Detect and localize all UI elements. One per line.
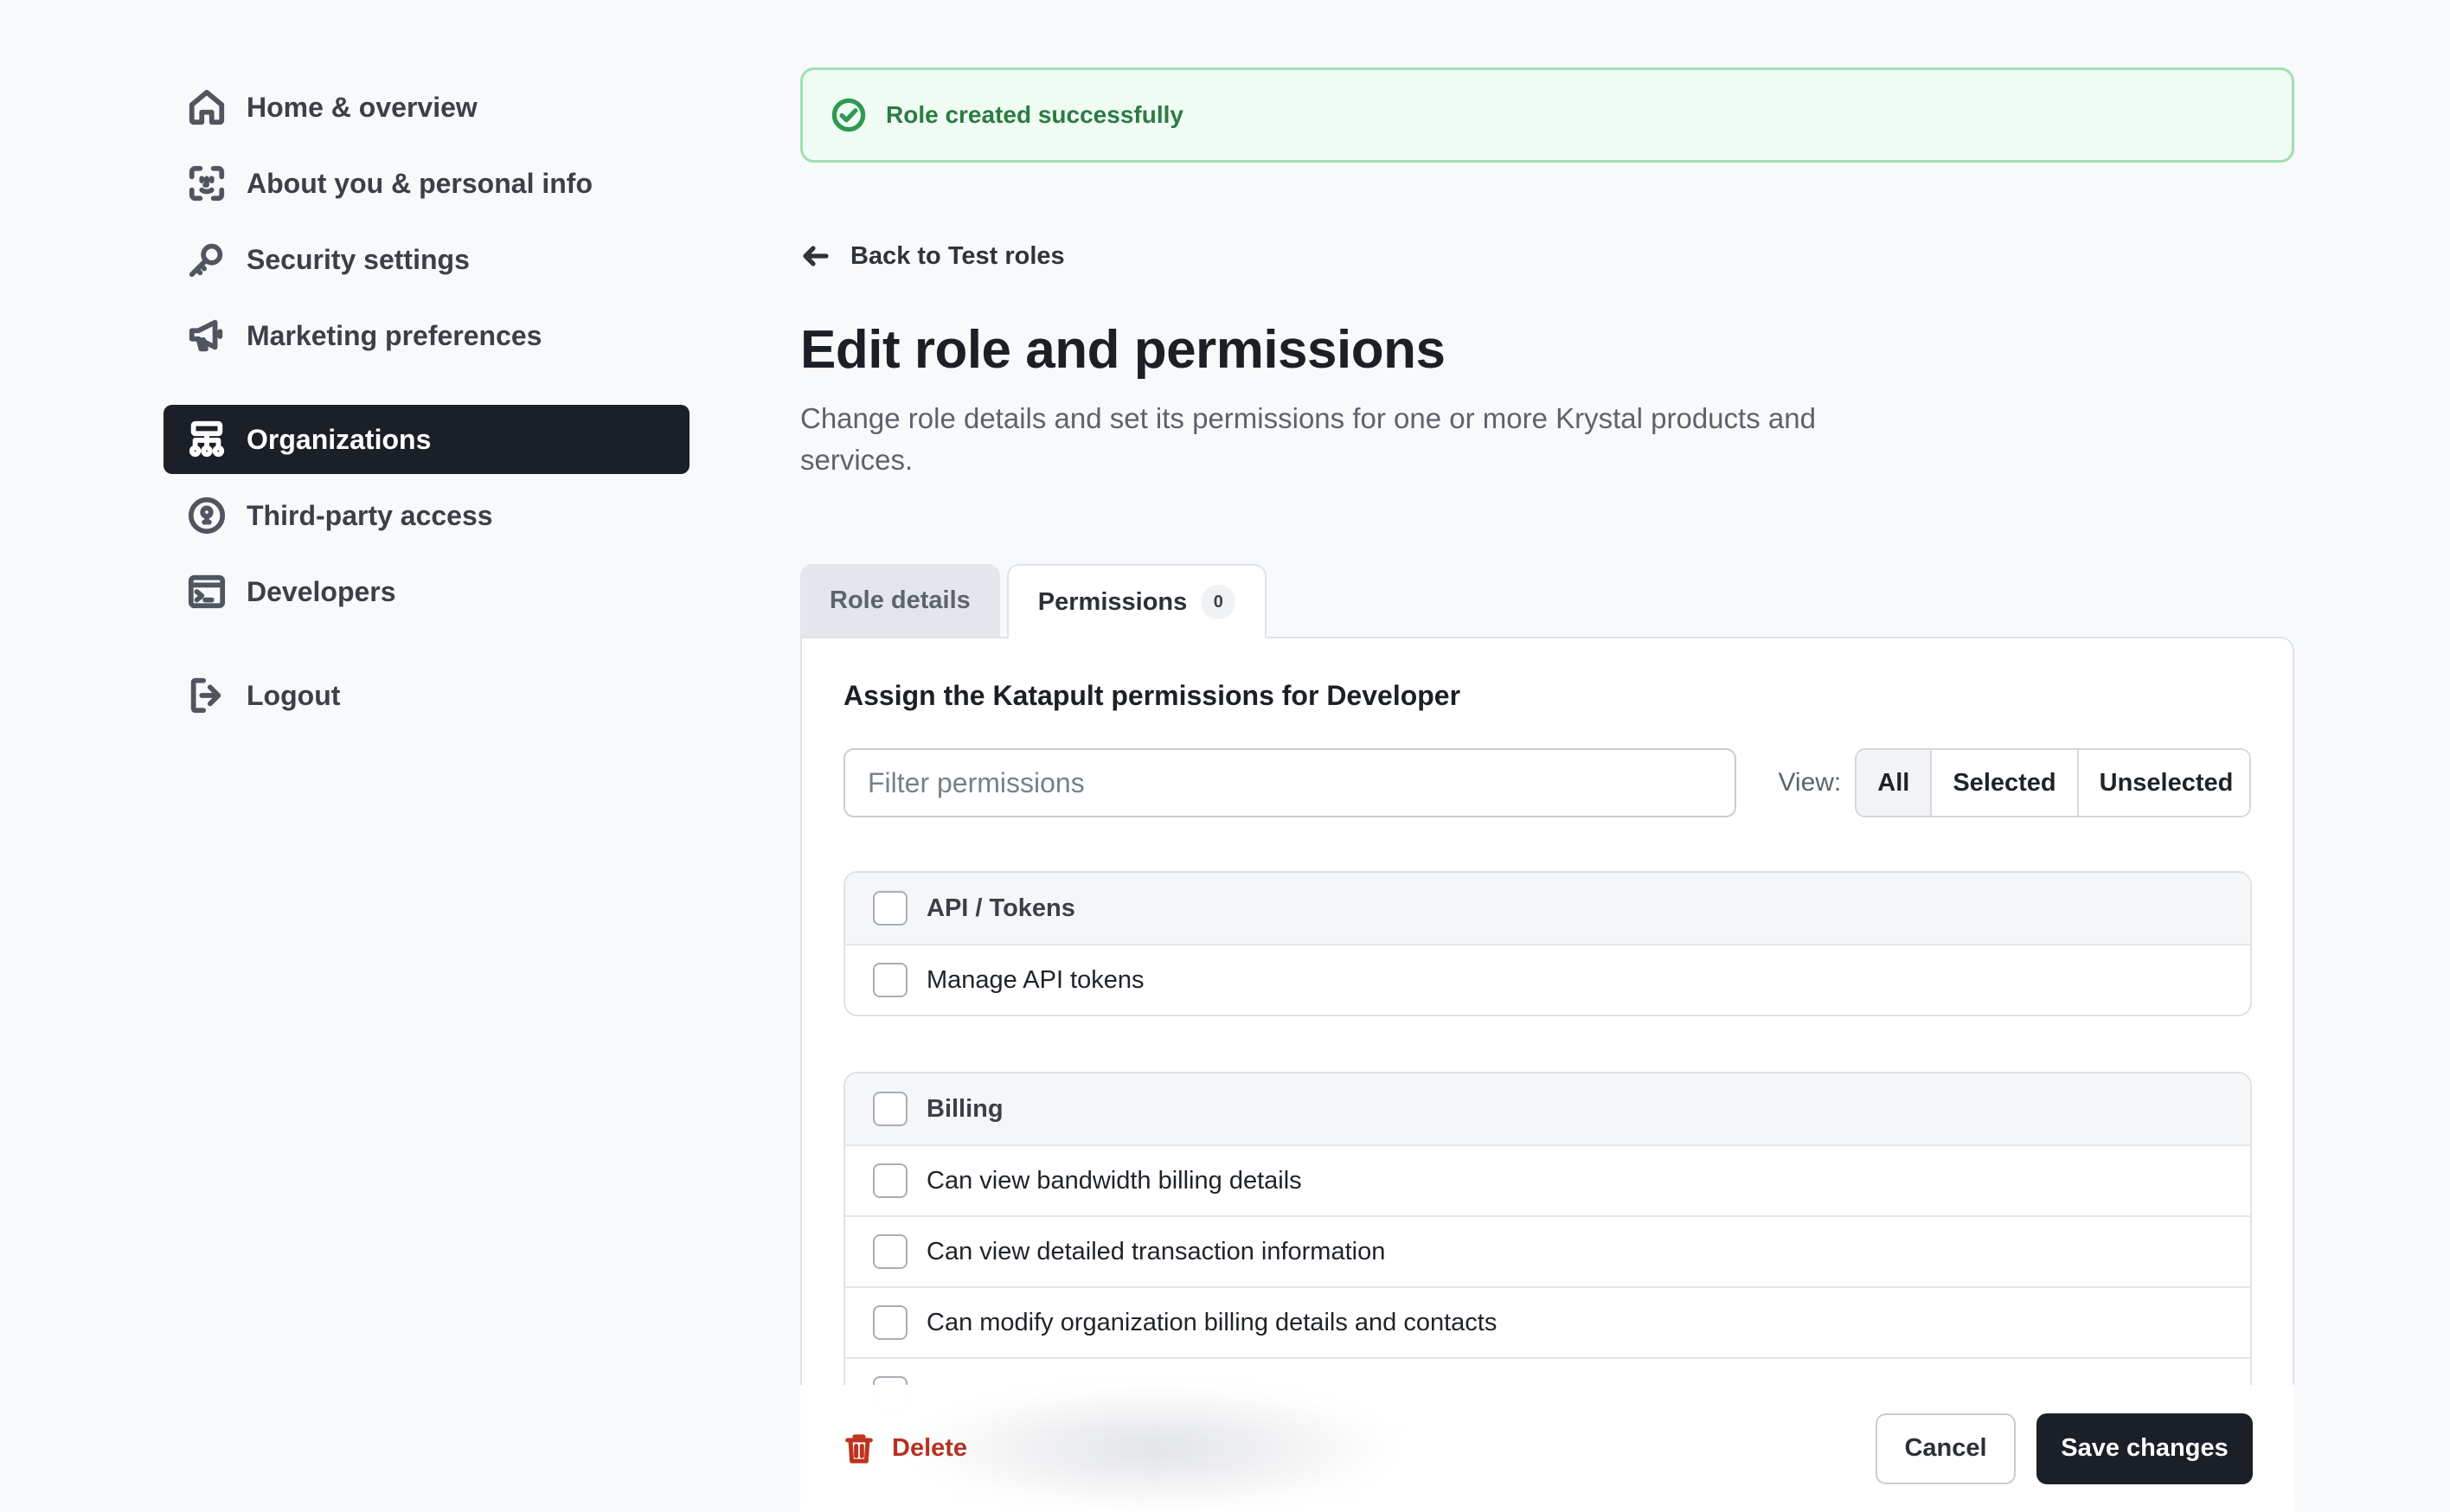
sidebar-item-label: Developers xyxy=(247,575,396,607)
permission-label: Manage API tokens xyxy=(927,965,1145,994)
action-footer: Delete Cancel Save changes xyxy=(800,1385,2294,1512)
panel-heading: Assign the Katapult permissions for Deve… xyxy=(843,680,1461,711)
delete-button[interactable]: Delete xyxy=(842,1432,967,1466)
arrow-left-icon xyxy=(800,240,831,272)
group-name: API / Tokens xyxy=(927,894,1075,922)
sidebar-item-label: Third-party access xyxy=(247,499,493,531)
permission-row[interactable]: Can view detailed transaction informatio… xyxy=(845,1215,2250,1286)
page-subtitle: Change role details and set its permissi… xyxy=(800,402,1816,476)
tab-permissions[interactable]: Permissions 0 xyxy=(1006,564,1267,638)
page-title: Edit role and permissions xyxy=(800,320,1446,380)
sidebar-item-label: Logout xyxy=(247,679,341,711)
tab-label: Permissions xyxy=(1037,587,1188,616)
sidebar-item-label: About you & personal info xyxy=(247,167,593,199)
permission-group-api-tokens: API / Tokens Manage API tokens xyxy=(843,871,2252,1016)
filter-permissions-input[interactable] xyxy=(843,748,1737,817)
sidebar-item-marketing[interactable]: Marketing preferences xyxy=(164,301,689,370)
group-name: Billing xyxy=(927,1094,1004,1123)
tab-label: Role details xyxy=(830,586,971,614)
view-all-button[interactable]: All xyxy=(1857,750,1931,816)
permissions-count-badge: 0 xyxy=(1201,585,1236,619)
back-link-label: Back to Test roles xyxy=(850,241,1065,270)
group-header-row[interactable]: API / Tokens xyxy=(845,873,2250,944)
view-toggle-group: All Selected Unselected xyxy=(1855,748,2251,817)
check-circle-icon xyxy=(831,97,867,133)
delete-label: Delete xyxy=(892,1434,968,1462)
permission-row[interactable]: Can modify organization billing details … xyxy=(845,1286,2250,1357)
success-alert: Role created successfully xyxy=(800,67,2294,163)
group-header-row[interactable]: Billing xyxy=(845,1073,2250,1144)
permission-label: Can view bandwidth billing details xyxy=(927,1166,1302,1195)
group-checkbox[interactable] xyxy=(873,1092,908,1126)
permission-checkbox[interactable] xyxy=(873,1305,908,1340)
permission-checkbox[interactable] xyxy=(873,963,908,997)
save-changes-button[interactable]: Save changes xyxy=(2036,1413,2253,1484)
sidebar-item-label: Marketing preferences xyxy=(247,319,542,351)
lock-circle-icon xyxy=(186,495,228,536)
sidebar-item-logout[interactable]: Logout xyxy=(164,661,689,730)
cancel-button[interactable]: Cancel xyxy=(1876,1413,2016,1484)
sidebar-item-home[interactable]: Home & overview xyxy=(164,73,689,142)
permission-group-billing: Billing Can view bandwidth billing detai… xyxy=(843,1072,2252,1430)
alert-message: Role created successfully xyxy=(886,101,1183,128)
main-content: Role created successfully Back to Test r… xyxy=(800,67,2294,1502)
sidebar: Home & overview About you & personal inf… xyxy=(164,73,689,730)
sidebar-item-label: Home & overview xyxy=(247,91,478,123)
permissions-panel: Assign the Katapult permissions for Deve… xyxy=(800,637,2294,1502)
tab-bar: Role details Permissions 0 xyxy=(800,564,2294,638)
tab-role-details[interactable]: Role details xyxy=(800,564,1000,637)
filter-row: View: All Selected Unselected xyxy=(843,748,2251,817)
view-selected-button[interactable]: Selected xyxy=(1930,750,2077,816)
permission-row[interactable]: Can view bandwidth billing details xyxy=(845,1144,2250,1215)
sidebar-item-third-party[interactable]: Third-party access xyxy=(164,481,689,550)
org-chart-icon xyxy=(186,419,228,460)
permission-label: Can modify organization billing details … xyxy=(927,1308,1498,1336)
footer-actions: Cancel Save changes xyxy=(1876,1413,2253,1484)
key-icon xyxy=(186,239,228,280)
trash-icon xyxy=(842,1432,876,1466)
view-unselected-button[interactable]: Unselected xyxy=(2076,750,2250,816)
sidebar-item-developers[interactable]: Developers xyxy=(164,557,689,626)
permission-checkbox[interactable] xyxy=(873,1163,908,1198)
terminal-icon xyxy=(186,571,228,612)
megaphone-icon xyxy=(186,315,228,356)
sidebar-item-security[interactable]: Security settings xyxy=(164,225,689,294)
back-link[interactable]: Back to Test roles xyxy=(800,240,1065,272)
permission-checkbox[interactable] xyxy=(873,1234,908,1269)
face-id-icon xyxy=(186,163,228,204)
group-checkbox[interactable] xyxy=(873,891,908,926)
permission-label: Can view detailed transaction informatio… xyxy=(927,1237,1386,1265)
permission-row[interactable]: Manage API tokens xyxy=(845,944,2250,1015)
sidebar-item-organizations[interactable]: Organizations xyxy=(164,405,689,474)
view-label: View: xyxy=(1778,768,1842,797)
home-icon xyxy=(186,86,228,128)
logout-icon xyxy=(186,675,228,716)
sidebar-item-about[interactable]: About you & personal info xyxy=(164,149,689,218)
sidebar-item-label: Organizations xyxy=(247,423,432,455)
sidebar-item-label: Security settings xyxy=(247,243,470,275)
